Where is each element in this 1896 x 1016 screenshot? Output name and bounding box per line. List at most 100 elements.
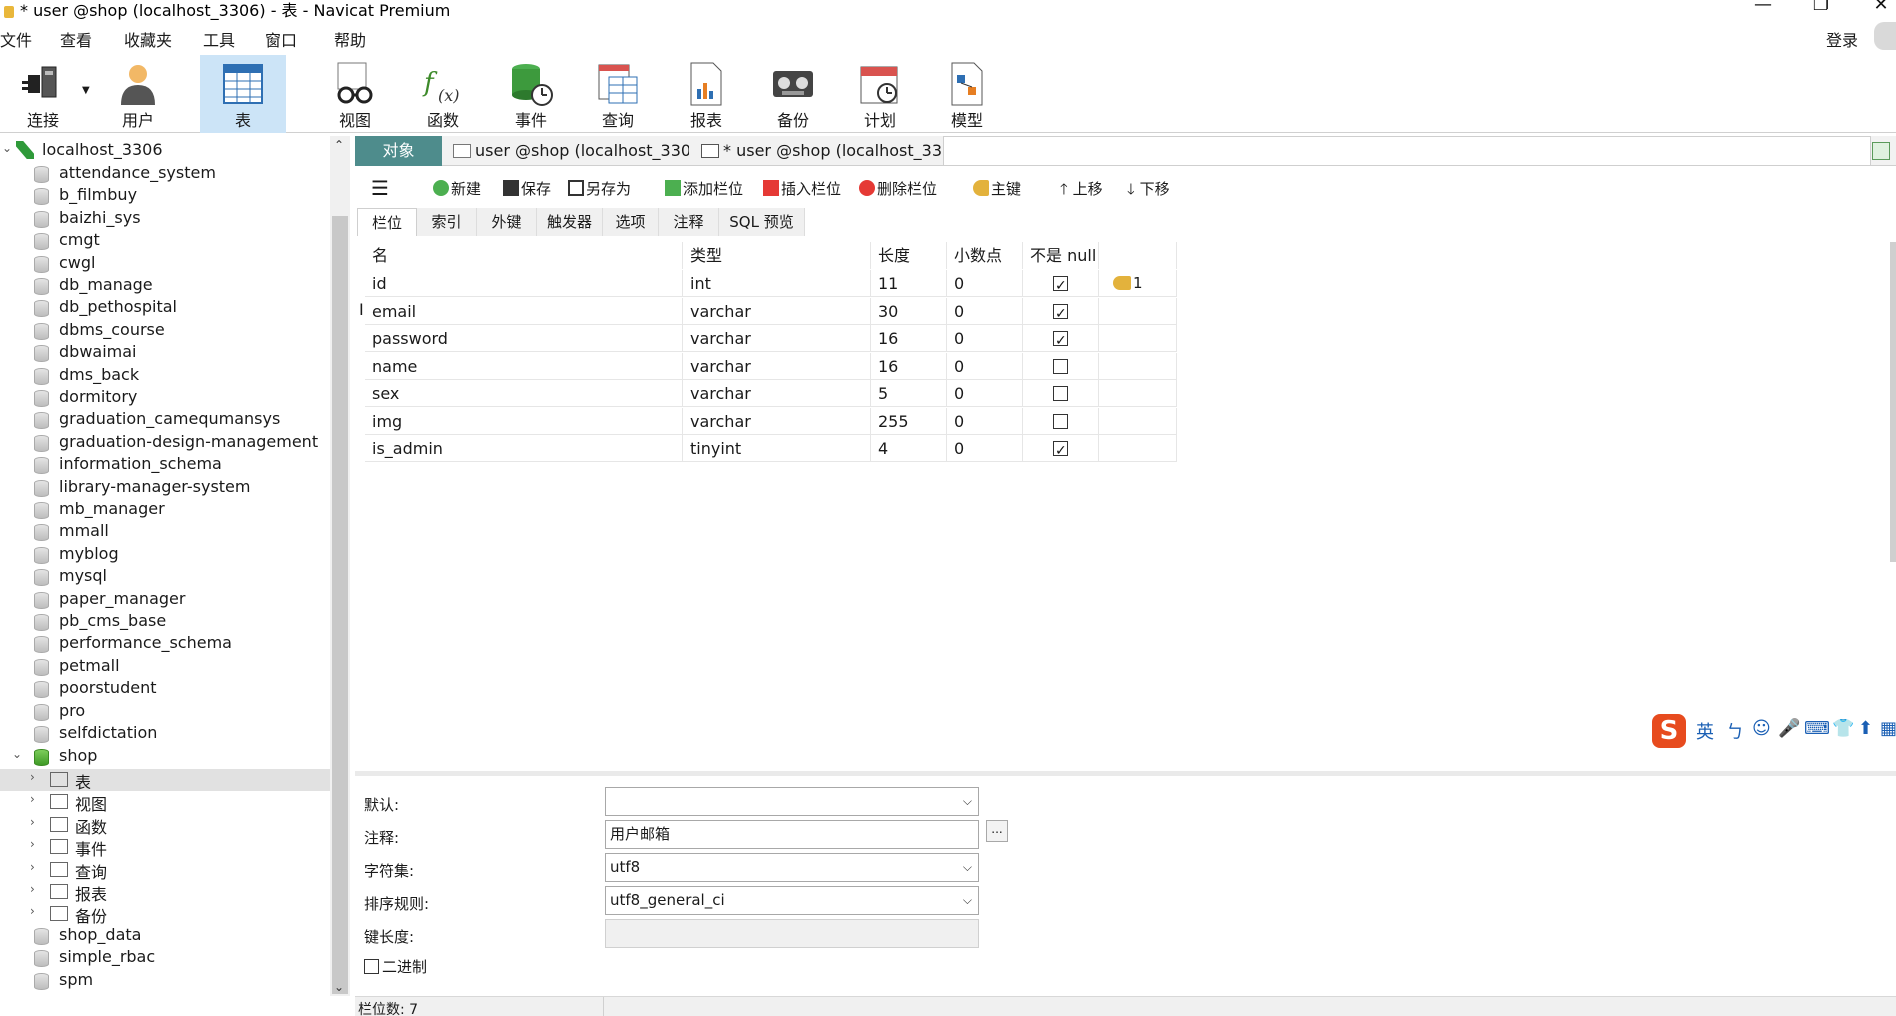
- chevron-right-icon[interactable]: ›: [30, 770, 35, 784]
- cell-name[interactable]: email: [365, 297, 683, 325]
- tree-item[interactable]: › 查询: [0, 859, 330, 882]
- chevron-right-icon[interactable]: ›: [30, 837, 35, 851]
- tree-item[interactable]: db_pethospital: [0, 297, 330, 319]
- minimize-button[interactable]: —: [1748, 0, 1778, 15]
- comment-input[interactable]: 用户邮箱: [605, 820, 979, 849]
- tree-item[interactable]: performance_schema: [0, 633, 330, 655]
- not-null-checkbox[interactable]: [1053, 328, 1068, 355]
- subtab-sql-preview[interactable]: SQL 预览: [719, 208, 805, 236]
- connection-tree[interactable]: ⌄ localhost_3306 attendance_system b_film…: [0, 136, 330, 996]
- tree-item[interactable]: baizhi_sys: [0, 208, 330, 230]
- charset-select[interactable]: utf8 ⌵: [605, 853, 979, 882]
- cell-length[interactable]: 16: [871, 325, 947, 352]
- tree-item[interactable]: paper_manager: [0, 589, 330, 611]
- tree-item[interactable]: myblog: [0, 544, 330, 566]
- cell-length[interactable]: 16: [871, 352, 947, 380]
- menu-view[interactable]: 查看: [60, 27, 92, 51]
- tree-item[interactable]: db_manage: [0, 275, 330, 297]
- table-row[interactable]: img varchar 255 0: [365, 407, 1177, 435]
- cell-name[interactable]: id: [365, 270, 683, 297]
- chevron-right-icon[interactable]: ›: [30, 904, 35, 918]
- cell-name[interactable]: password: [365, 325, 683, 352]
- primary-key-button[interactable]: 主键: [973, 178, 1021, 199]
- tree-item[interactable]: simple_rbac: [0, 947, 330, 969]
- scroll-down-icon[interactable]: ⌄: [334, 980, 344, 994]
- toolbar-model-button[interactable]: 模型: [924, 55, 1010, 133]
- not-null-checkbox[interactable]: [1053, 358, 1068, 374]
- tree-item[interactable]: graduation_camequmansys: [0, 409, 330, 431]
- save-as-button[interactable]: 另存为: [568, 178, 631, 199]
- tree-item[interactable]: › 事件: [0, 836, 330, 859]
- cell-decimals[interactable]: 0: [947, 380, 1023, 407]
- cell-decimals[interactable]: 0: [947, 435, 1023, 462]
- tree-scrollbar[interactable]: ⌃ ⌄: [330, 136, 350, 996]
- cell-not-null[interactable]: [1023, 297, 1099, 328]
- not-null-checkbox[interactable]: [1053, 386, 1068, 401]
- cell-name[interactable]: img: [365, 407, 683, 435]
- cell-name[interactable]: sex: [365, 380, 683, 407]
- cell-decimals[interactable]: 0: [947, 352, 1023, 380]
- cell-length[interactable]: 4: [871, 435, 947, 462]
- move-down-button[interactable]: 🡓 下移: [1127, 178, 1170, 204]
- toolbar-schedule-button[interactable]: 计划: [837, 55, 923, 133]
- insert-field-button[interactable]: 插入栏位: [763, 178, 841, 199]
- cell-not-null[interactable]: [1023, 352, 1099, 380]
- cell-decimals[interactable]: 0: [947, 270, 1023, 297]
- cell-decimals[interactable]: 0: [947, 325, 1023, 352]
- tree-item[interactable]: mmall: [0, 521, 330, 543]
- header-length[interactable]: 长度: [871, 242, 947, 269]
- not-null-checkbox[interactable]: [1053, 301, 1068, 328]
- table-row[interactable]: sex varchar 5 0: [365, 380, 1177, 407]
- cell-key[interactable]: [1099, 325, 1177, 352]
- cell-key[interactable]: [1099, 297, 1177, 325]
- cell-key[interactable]: [1099, 407, 1177, 435]
- chevron-right-icon[interactable]: ›: [30, 882, 35, 896]
- tree-item[interactable]: petmall: [0, 656, 330, 678]
- cell-key[interactable]: [1099, 435, 1177, 462]
- table-row[interactable]: email varchar 30 0: [365, 297, 1177, 328]
- cell-length[interactable]: 5: [871, 380, 947, 407]
- restore-button[interactable]: ❐: [1806, 0, 1836, 15]
- cell-not-null[interactable]: [1023, 380, 1099, 407]
- cell-length[interactable]: 255: [871, 407, 947, 435]
- cell-type[interactable]: varchar: [683, 352, 871, 380]
- cell-type[interactable]: varchar: [683, 297, 871, 325]
- tree-item[interactable]: selfdictation: [0, 723, 330, 745]
- collation-select[interactable]: utf8_general_ci ⌵: [605, 886, 979, 915]
- chevron-right-icon[interactable]: ›: [30, 815, 35, 829]
- tree-item[interactable]: graduation-design-management: [0, 432, 330, 454]
- table-row[interactable]: idint110 1: [365, 270, 1177, 300]
- header-key[interactable]: [1099, 242, 1177, 269]
- tree-item[interactable]: b_filmbuy: [0, 185, 330, 207]
- toolbar-user-button[interactable]: 用户: [95, 55, 181, 133]
- header-type[interactable]: 类型: [683, 242, 871, 269]
- tree-item[interactable]: attendance_system: [0, 163, 330, 185]
- tree-db-shop[interactable]: ⌄ shop: [0, 746, 330, 768]
- ime-emoji-icon[interactable]: ☺: [1752, 718, 1771, 739]
- checkbox-box[interactable]: [364, 959, 379, 974]
- cell-key[interactable]: [1099, 352, 1177, 380]
- cell-not-null[interactable]: [1023, 270, 1099, 300]
- move-up-button[interactable]: 🡑 上移: [1060, 178, 1103, 204]
- menu-favorites[interactable]: 收藏夹: [124, 27, 172, 51]
- tree-item[interactable]: cwgl: [0, 253, 330, 275]
- toolbar-connect-button[interactable]: 连接 ▼: [0, 55, 90, 133]
- cell-decimals[interactable]: 0: [947, 297, 1023, 325]
- tree-item[interactable]: dms_back: [0, 365, 330, 387]
- toolbar-function-button[interactable]: f (x) 函数: [400, 55, 486, 133]
- ime-language-toggle[interactable]: 英: [1696, 718, 1714, 744]
- ime-upload-icon[interactable]: ⬆: [1858, 718, 1873, 739]
- table-row[interactable]: is_admin tinyint 4 0: [365, 435, 1177, 465]
- tab-user-table-design[interactable]: * user @shop (localhost_33...: [693, 136, 941, 166]
- cell-length[interactable]: 30: [871, 297, 947, 325]
- header-name[interactable]: 名: [365, 242, 683, 269]
- avatar[interactable]: [1874, 22, 1896, 50]
- table-row[interactable]: name varchar 16 0: [365, 352, 1177, 380]
- cell-type[interactable]: varchar: [683, 380, 871, 407]
- delete-field-button[interactable]: 删除栏位: [859, 178, 937, 199]
- cell-not-null[interactable]: [1023, 325, 1099, 355]
- menu-icon[interactable]: ☰: [371, 176, 389, 200]
- toolbar-view-button[interactable]: 视图: [312, 55, 398, 133]
- tab-user-table[interactable]: user @shop (localhost_3306...: [445, 136, 689, 166]
- ime-skin-icon[interactable]: 👕: [1832, 718, 1854, 739]
